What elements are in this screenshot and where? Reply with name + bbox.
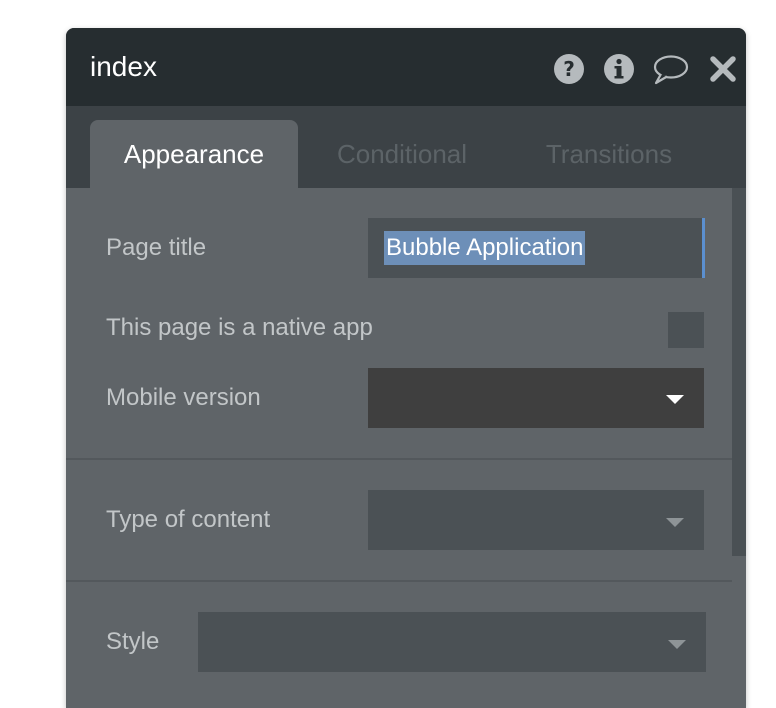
svg-text:?: ?	[563, 57, 575, 81]
tab-bar: Appearance Conditional Transitions	[66, 106, 746, 188]
panel-header: index ?	[66, 28, 746, 106]
type-of-content-dropdown[interactable]	[368, 490, 704, 550]
comment-icon[interactable]	[652, 52, 690, 86]
chevron-down-icon	[666, 518, 684, 527]
scrollbar[interactable]	[732, 188, 746, 556]
mobile-version-dropdown[interactable]	[368, 368, 704, 428]
property-editor-panel: index ? Appearance Conditional Transitio…	[66, 28, 746, 708]
appearance-content: Page title Bubble Application This page …	[66, 188, 746, 708]
type-of-content-label: Type of content	[106, 506, 271, 533]
section-divider	[66, 580, 732, 582]
page-title-label: Page title	[106, 234, 207, 261]
mobile-version-label: Mobile version	[106, 384, 261, 411]
question-circle-icon[interactable]: ?	[552, 52, 586, 86]
tab-appearance[interactable]: Appearance	[90, 120, 298, 188]
chevron-down-icon	[668, 640, 686, 649]
info-circle-icon[interactable]	[602, 52, 636, 86]
panel-title: index	[90, 51, 157, 82]
tab-conditional[interactable]: Conditional	[310, 120, 494, 188]
style-label: Style	[106, 628, 160, 655]
close-icon[interactable]	[706, 52, 740, 86]
page-title-value: Bubble Application	[384, 231, 586, 265]
page-title-input[interactable]: Bubble Application	[368, 218, 705, 278]
tab-transitions[interactable]: Transitions	[516, 120, 702, 188]
chevron-down-icon	[666, 395, 684, 404]
style-dropdown[interactable]	[198, 612, 706, 672]
native-app-checkbox[interactable]	[668, 312, 704, 348]
native-app-label: This page is a native app	[106, 314, 373, 341]
section-divider	[66, 458, 732, 460]
